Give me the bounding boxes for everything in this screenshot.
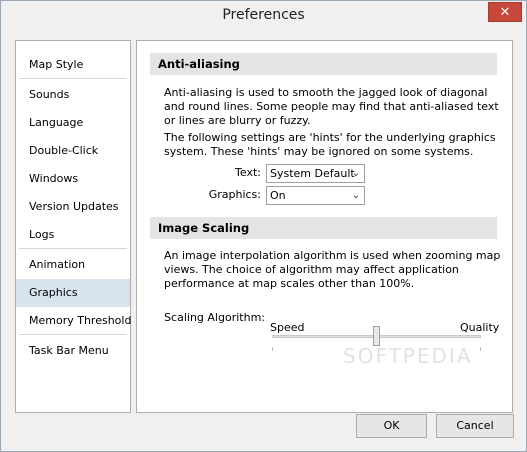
chevron-down-icon: ⌄ — [351, 190, 360, 201]
sidebar-item-map-style[interactable]: Map Style — [16, 51, 130, 79]
hints-description: The following settings are 'hints' for t… — [164, 131, 496, 158]
divider — [19, 334, 127, 335]
sidebar-item-sounds[interactable]: Sounds — [16, 81, 130, 109]
speed-label: Speed — [270, 321, 305, 334]
image-scaling-description: An image interpolation algorithm is used… — [164, 249, 501, 290]
divider — [19, 248, 127, 249]
anti-aliasing-description: Anti-aliasing is used to smooth the jagg… — [164, 86, 499, 127]
window-title: Preferences — [222, 7, 305, 23]
close-button[interactable]: ✕ — [488, 2, 522, 22]
cancel-button[interactable]: Cancel — [436, 414, 514, 438]
sidebar-item-version-updates[interactable]: Version Updates — [16, 193, 130, 221]
text-label: Text: — [235, 166, 261, 179]
graphics-settings-panel: Anti-aliasing Anti-aliasing is used to s… — [136, 40, 513, 413]
title-bar[interactable]: Preferences ✕ — [1, 1, 526, 31]
sidebar-item-logs[interactable]: Logs — [16, 221, 130, 249]
sidebar-item-memory-threshold[interactable]: Memory Threshold — [16, 307, 131, 335]
category-list: Map Style Sounds Language Double-Click W… — [15, 40, 131, 413]
quality-label: Quality — [460, 321, 500, 334]
slider-tick — [272, 347, 273, 351]
image-scaling-header: Image Scaling — [150, 217, 497, 239]
dialog-client: Map Style Sounds Language Double-Click W… — [8, 31, 520, 446]
sidebar-item-language[interactable]: Language — [16, 109, 130, 137]
preferences-window: Preferences ✕ Map Style Sounds Language … — [0, 0, 527, 452]
graphics-antialias-select[interactable]: On ⌄ — [266, 186, 365, 205]
ok-button[interactable]: OK — [356, 414, 427, 438]
anti-aliasing-header: Anti-aliasing — [150, 53, 497, 75]
watermark: SOFTPEDIA — [343, 344, 473, 368]
slider-tick — [480, 347, 481, 351]
scaling-algorithm-label: Scaling Algorithm: — [164, 311, 265, 324]
sidebar-item-double-click[interactable]: Double-Click — [16, 137, 130, 165]
chevron-down-icon: ⌄ — [351, 168, 360, 179]
sidebar-item-windows[interactable]: Windows — [16, 165, 130, 193]
close-icon: ✕ — [499, 5, 511, 20]
scaling-slider-thumb[interactable] — [373, 326, 380, 346]
sidebar-item-graphics[interactable]: Graphics — [16, 279, 130, 307]
graphics-label: Graphics: — [208, 188, 261, 201]
sidebar-item-task-bar-menu[interactable]: Task Bar Menu — [16, 337, 130, 365]
text-antialias-select[interactable]: System Default ⌄ — [266, 164, 365, 183]
sidebar-item-animation[interactable]: Animation — [16, 251, 130, 279]
divider — [19, 78, 127, 79]
